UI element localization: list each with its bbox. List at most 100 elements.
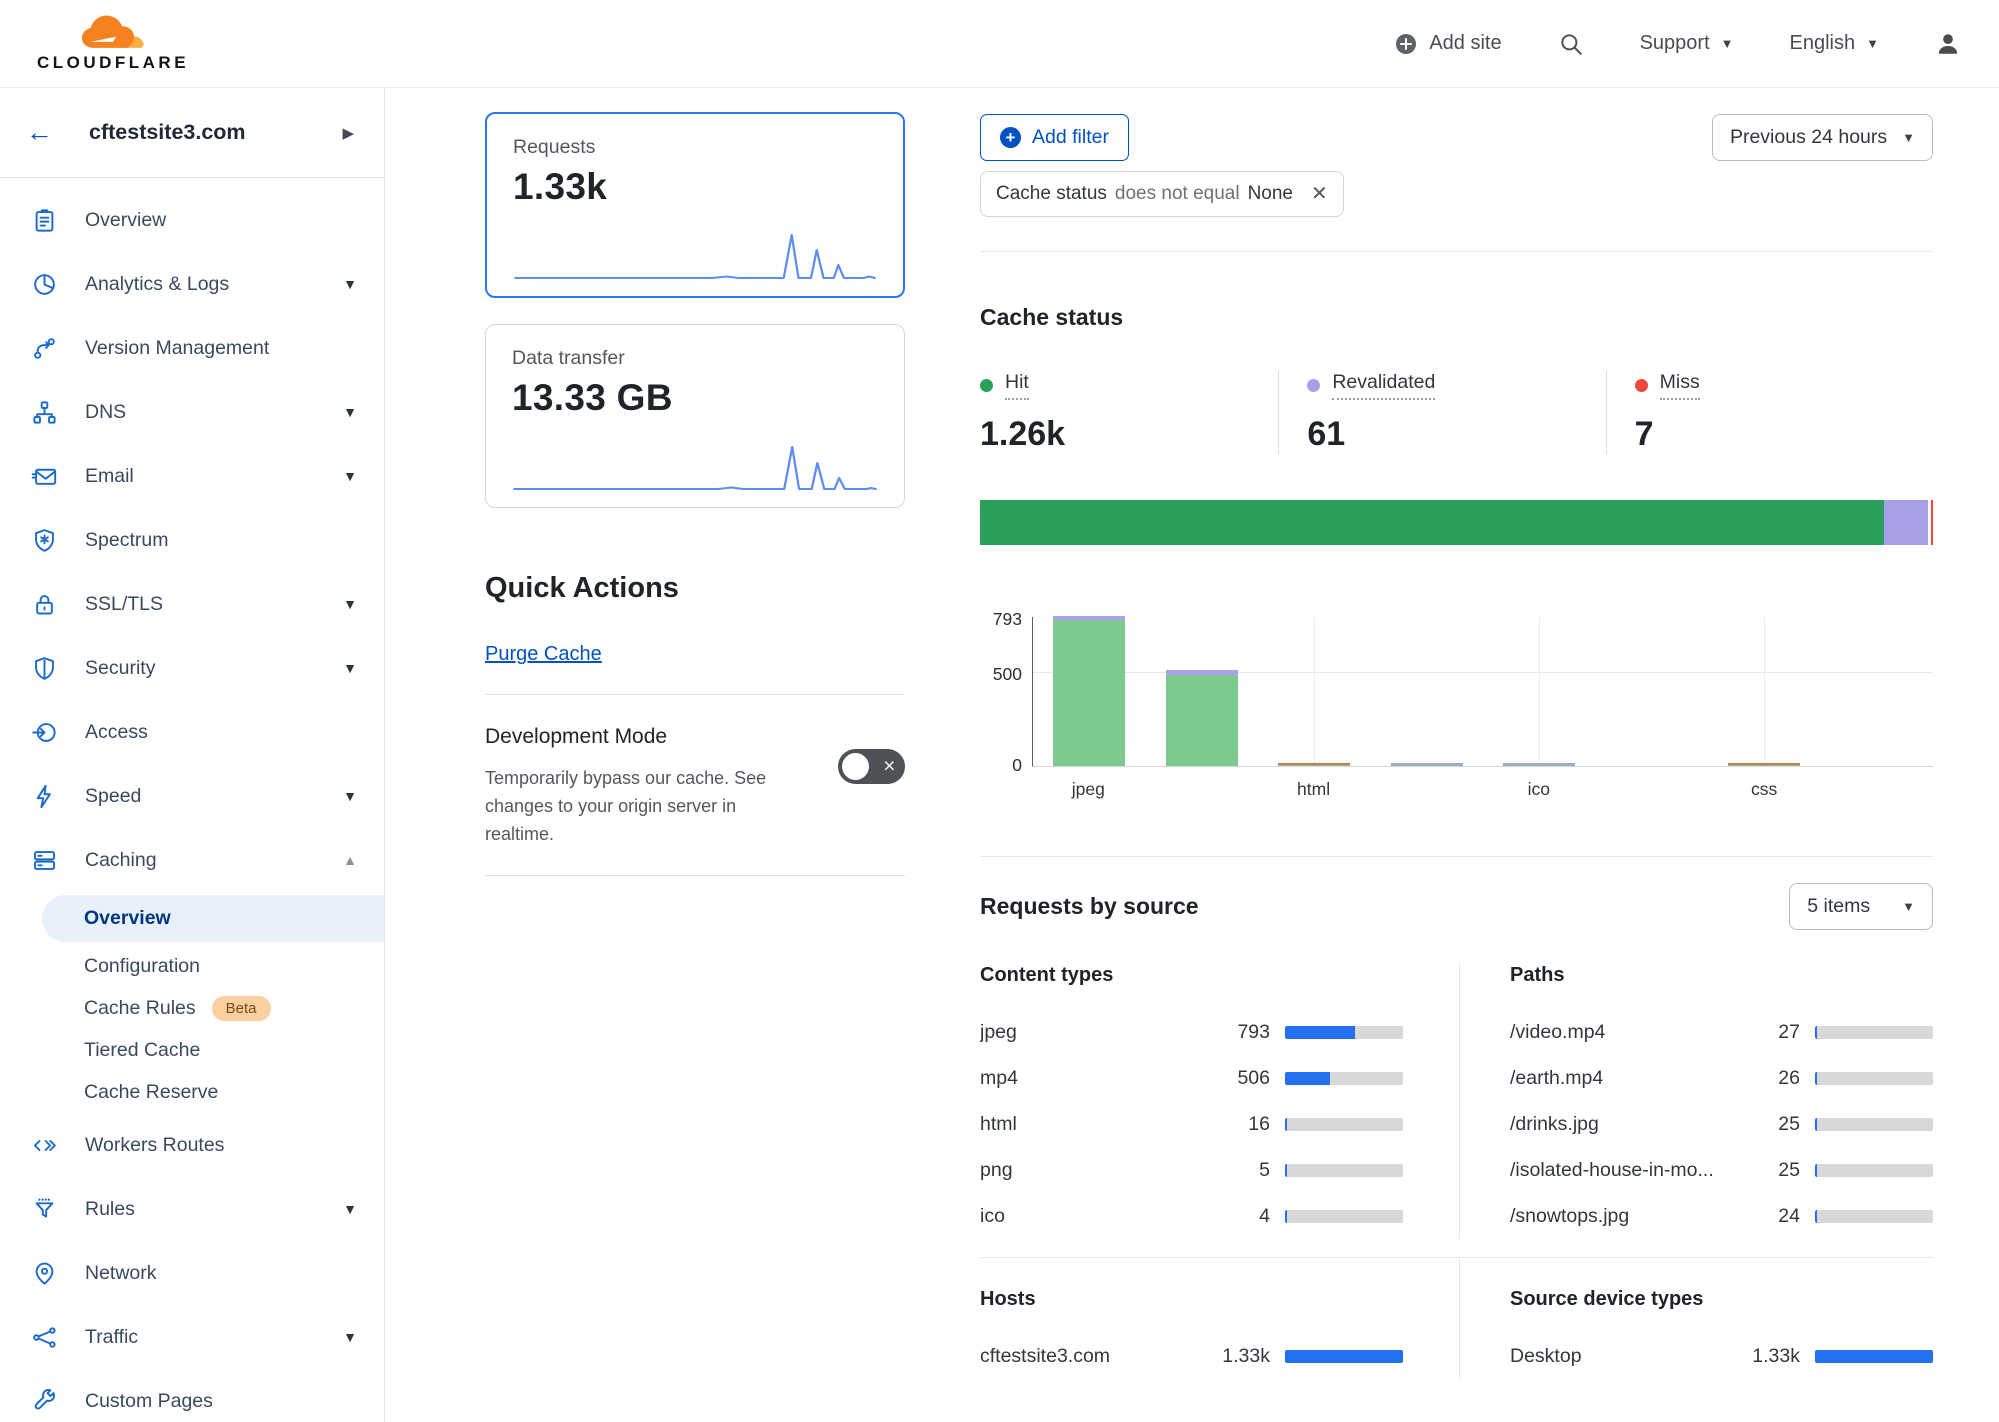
summary-column: Requests 1.33k Data transfer 13.33 GB Qu… [385, 88, 933, 1422]
x-tick-label: css [1708, 779, 1821, 800]
sidebar-item-dns[interactable]: DNS ▼ [0, 380, 384, 444]
bar-segment-hit [1391, 765, 1463, 767]
hit-dot [980, 379, 993, 392]
cache-distribution-segment-revalidated [1884, 500, 1928, 545]
account-menu[interactable] [1935, 31, 1961, 57]
bar-segment-hit [1278, 765, 1350, 767]
add-site-button[interactable]: Add site [1394, 32, 1501, 56]
cloudflare-logo[interactable]: CLOUDFLARE [28, 14, 198, 73]
sidebar-subitem-tiered-cache[interactable]: Tiered Cache [0, 1029, 384, 1071]
gridline [1539, 617, 1540, 766]
time-range-dropdown[interactable]: Previous 24 hours ▼ [1712, 114, 1933, 161]
data-transfer-summary-card[interactable]: Data transfer 13.33 GB [485, 324, 905, 508]
list-item: png 5 [980, 1147, 1403, 1193]
sidebar-item-rules[interactable]: Rules ▼ [0, 1177, 384, 1241]
sidebar-item-traffic[interactable]: Traffic ▼ [0, 1305, 384, 1369]
cache-status-chart: 793 500 0 jpeghtmlicocss [980, 617, 1933, 800]
chevron-down-icon: ▼ [343, 788, 357, 804]
language-menu[interactable]: English ▼ [1790, 32, 1879, 55]
sidebar-item-overview[interactable]: Overview [0, 188, 384, 252]
sidebar-item-speed[interactable]: Speed ▼ [0, 764, 384, 828]
back-arrow-icon[interactable]: ← [26, 119, 53, 146]
paths-panel: Paths /video.mp4 27 /earth.mp4 26 [1459, 964, 1933, 1239]
chevron-down-icon: ▼ [1866, 36, 1879, 51]
value-meter [1285, 1072, 1403, 1085]
value-meter [1815, 1026, 1933, 1039]
requests-summary-card[interactable]: Requests 1.33k [485, 112, 905, 298]
beta-badge: Beta [212, 996, 271, 1021]
miss-dot [1635, 379, 1648, 392]
sidebar-item-ssl-tls[interactable]: SSL/TLS ▼ [0, 572, 384, 636]
revalidated-value: 61 [1307, 415, 1605, 454]
chevron-down-icon: ▼ [343, 404, 357, 420]
gridline [1764, 617, 1765, 766]
code-brackets-icon [31, 1132, 58, 1159]
sidebar-item-custom-pages[interactable]: Custom Pages [0, 1369, 384, 1422]
bar-slot-ico [1483, 617, 1596, 766]
hit-label[interactable]: Hit [1005, 371, 1029, 400]
revalidated-label[interactable]: Revalidated [1332, 371, 1435, 400]
sidebar-item-version-management[interactable]: Version Management [0, 316, 384, 380]
purge-cache-link[interactable]: Purge Cache [485, 643, 602, 666]
x-tick-label: html [1257, 779, 1370, 800]
value-meter [1285, 1118, 1403, 1131]
sidebar-item-workers-routes[interactable]: Workers Routes [0, 1113, 384, 1177]
top-header: CLOUDFLARE Add site Support ▼ [0, 0, 1999, 88]
list-item: html 16 [980, 1101, 1403, 1147]
cloudflare-cloud-icon [69, 14, 157, 56]
sidebar-item-spectrum[interactable]: Spectrum [0, 508, 384, 572]
chevron-right-icon[interactable]: ▶ [342, 124, 354, 142]
miss-label[interactable]: Miss [1660, 371, 1700, 400]
sidebar-item-access[interactable]: Access [0, 700, 384, 764]
filter-chip: Cache status does not equal None ✕ [980, 171, 1344, 217]
user-icon [1935, 31, 1961, 57]
list-item: /video.mp4 27 [1510, 1009, 1933, 1055]
add-filter-button[interactable]: + Add filter [980, 114, 1129, 161]
access-login-icon [31, 719, 58, 746]
y-tick: 500 [993, 664, 1022, 685]
value-meter [1815, 1072, 1933, 1085]
cache-status-title: Cache status [980, 304, 1933, 331]
sidebar-subitem-caching-overview[interactable]: Overview [42, 895, 384, 942]
x-tick-label: ico [1483, 779, 1596, 800]
cache-distribution-segment-hit [980, 500, 1884, 545]
location-pin-icon [31, 1260, 58, 1287]
bar-slot-png [1371, 617, 1484, 766]
development-mode-toggle[interactable]: ✕ [838, 749, 905, 784]
lightning-icon [31, 783, 58, 810]
items-count-dropdown[interactable]: 5 items ▼ [1789, 883, 1933, 930]
sidebar-item-security[interactable]: Security ▼ [0, 636, 384, 700]
sidebar-nav: Overview Analytics & Logs ▼ Version Mana… [0, 178, 384, 1422]
sidebar-item-email[interactable]: Email ▼ [0, 444, 384, 508]
hit-value: 1.26k [980, 415, 1278, 454]
data-transfer-value: 13.33 GB [512, 377, 878, 419]
remove-filter-icon[interactable]: ✕ [1311, 184, 1328, 204]
sidebar-subitem-cache-rules[interactable]: Cache Rules Beta [0, 987, 384, 1029]
search-button[interactable] [1558, 31, 1584, 57]
chevron-down-icon: ▼ [343, 1201, 357, 1217]
list-item: /snowtops.jpg 24 [1510, 1193, 1933, 1239]
value-meter [1285, 1210, 1403, 1223]
support-menu[interactable]: Support ▼ [1640, 32, 1734, 55]
revalidated-dot [1307, 379, 1320, 392]
list-item: Desktop 1.33k [1510, 1333, 1933, 1379]
toggle-knob [842, 753, 869, 780]
requests-by-source-section: Requests by source 5 items ▼ Content typ… [980, 856, 1933, 1379]
chevron-down-icon: ▼ [343, 1329, 357, 1345]
sidebar-item-network[interactable]: Network [0, 1241, 384, 1305]
y-tick: 793 [993, 609, 1022, 630]
sidebar-subitem-cache-reserve[interactable]: Cache Reserve [0, 1071, 384, 1113]
sidebar-item-analytics-logs[interactable]: Analytics & Logs ▼ [0, 252, 384, 316]
brand-text: CLOUDFLARE [37, 53, 189, 73]
chevron-down-icon: ▼ [1902, 899, 1915, 914]
chevron-up-icon: ▲ [343, 852, 357, 868]
sidebar-subitem-configuration[interactable]: Configuration [0, 945, 384, 987]
bar-slot-mp4 [1146, 617, 1259, 766]
shield-icon [31, 655, 58, 682]
bar-plot [1032, 617, 1933, 767]
value-meter [1285, 1164, 1403, 1177]
cache-distribution-segment-miss [1928, 500, 1933, 545]
sidebar-item-caching[interactable]: Caching ▲ [0, 828, 384, 892]
chevron-down-icon: ▼ [1902, 130, 1915, 145]
x-tick-label: jpeg [1032, 779, 1145, 800]
